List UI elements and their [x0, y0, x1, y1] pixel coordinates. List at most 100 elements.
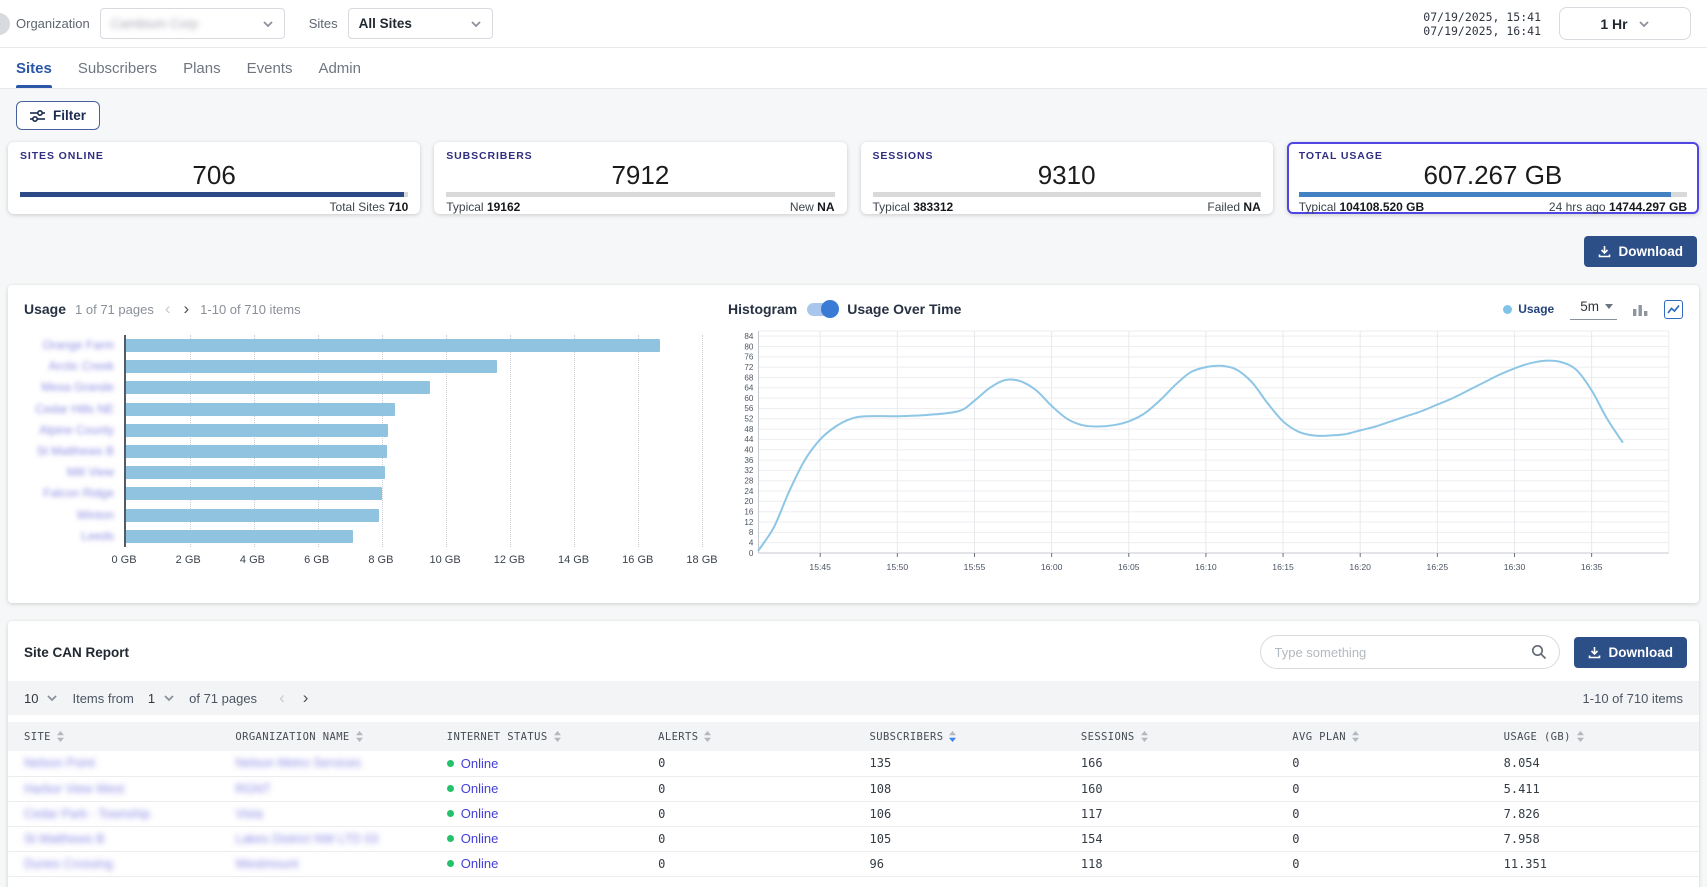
- stat-card-total-usage[interactable]: TOTAL USAGE 607.267 GB Typical 104108.52…: [1287, 142, 1699, 214]
- usage-bar[interactable]: [126, 381, 430, 394]
- site-link[interactable]: Harbor View West: [24, 782, 124, 796]
- bar-category-label[interactable]: Alpine County: [24, 420, 124, 441]
- column-header-organization-name[interactable]: ORGANIZATION NAME: [219, 722, 430, 751]
- sort-arrows-icon[interactable]: [1140, 730, 1149, 743]
- usage-title: Usage: [24, 301, 66, 317]
- organization-link[interactable]: Westmount: [235, 857, 298, 871]
- sites-dropdown[interactable]: All Sites: [348, 8, 493, 39]
- site-cell: St Matthews B: [8, 826, 219, 851]
- table-header-row: SITE ORGANIZATION NAME INTERNET STATUS A…: [8, 722, 1699, 751]
- histogram-toggle[interactable]: [807, 303, 837, 316]
- usage-bar[interactable]: [126, 530, 353, 543]
- column-header-internet-status[interactable]: INTERNET STATUS: [431, 722, 642, 751]
- download-button[interactable]: Download: [1584, 236, 1698, 267]
- column-header-alerts[interactable]: ALERTS: [642, 722, 853, 751]
- report-download-label: Download: [1609, 645, 1674, 660]
- alerts-cell: 0: [642, 826, 853, 851]
- gridline: [702, 335, 703, 547]
- y-tick-label: 36: [744, 456, 754, 465]
- column-header-subscribers[interactable]: SUBSCRIBERS: [854, 722, 1065, 751]
- internet-status-link[interactable]: Online: [447, 756, 499, 771]
- usage-bar[interactable]: [126, 339, 660, 352]
- line-chart-view-icon[interactable]: [1664, 300, 1683, 319]
- column-header-usage-gb[interactable]: USAGE (GB): [1488, 722, 1699, 751]
- bar-category-label[interactable]: Orange Farm: [24, 335, 124, 356]
- internet-status-link[interactable]: Online: [447, 856, 499, 871]
- search-icon[interactable]: [1531, 644, 1547, 660]
- usage-bar[interactable]: [126, 487, 382, 500]
- bar-chart-view-icon[interactable]: [1633, 302, 1648, 317]
- tab-admin[interactable]: Admin: [318, 48, 361, 88]
- bar-category-label[interactable]: Leeds: [24, 526, 124, 547]
- site-link[interactable]: Nelson Point: [24, 756, 95, 770]
- bar-category-label[interactable]: Arctic Creek: [24, 356, 124, 377]
- interval-dropdown[interactable]: 5m: [1570, 299, 1617, 320]
- stat-card-sites-online[interactable]: SITES ONLINE 706 Total Sites 710: [8, 142, 420, 214]
- bar-category-label[interactable]: Cedar Hills NE: [24, 399, 124, 420]
- internet-status-link[interactable]: Online: [447, 806, 499, 821]
- tab-plans[interactable]: Plans: [183, 48, 221, 88]
- download-label: Download: [1619, 244, 1684, 259]
- tab-subscribers[interactable]: Subscribers: [78, 48, 157, 88]
- next-page-button[interactable]: ›: [301, 690, 311, 706]
- usage-legend-dot-icon: [1503, 305, 1512, 314]
- bar-category-label[interactable]: Mill View: [24, 462, 124, 483]
- sort-arrows-icon[interactable]: [56, 730, 65, 743]
- usage-legend-label[interactable]: Usage: [1518, 302, 1554, 316]
- x-tick-label: 16:35: [1581, 562, 1603, 572]
- x-tick-label: 16:00: [1041, 562, 1063, 572]
- internet-status-link[interactable]: Online: [447, 781, 499, 796]
- search-input[interactable]: [1260, 635, 1560, 669]
- organization-cell: Vista: [219, 801, 430, 826]
- organization-link[interactable]: Vista: [235, 807, 263, 821]
- sort-arrows-icon[interactable]: [703, 730, 712, 743]
- column-header-sessions[interactable]: SESSIONS: [1065, 722, 1276, 751]
- report-download-button[interactable]: Download: [1574, 637, 1688, 668]
- sort-arrows-icon[interactable]: [1351, 730, 1360, 743]
- usage-bar[interactable]: [126, 466, 385, 479]
- chevron-down-icon: [163, 692, 175, 704]
- usage-bar[interactable]: [126, 403, 395, 416]
- sort-arrows-icon[interactable]: [1576, 730, 1585, 743]
- sort-arrows-icon[interactable]: [553, 730, 562, 743]
- sessions-cell: 166: [1065, 751, 1276, 776]
- internet-status-cell: Online: [431, 851, 642, 876]
- bar-category-label[interactable]: St Matthews B: [24, 441, 124, 462]
- usage-bar[interactable]: [126, 360, 497, 373]
- sort-arrows-icon[interactable]: [355, 730, 364, 743]
- bar-category-label[interactable]: Winton: [24, 505, 124, 526]
- organization-cell: Lakes District NW LTD 03: [219, 826, 430, 851]
- usage-bar[interactable]: [126, 509, 379, 522]
- page-number-select[interactable]: 1: [148, 691, 175, 706]
- organization-dropdown[interactable]: Cambium Corp: [100, 8, 285, 39]
- usage-bar[interactable]: [126, 445, 387, 458]
- organization-link[interactable]: Nelson Metro Services: [235, 756, 361, 770]
- tab-sites[interactable]: Sites: [16, 48, 52, 88]
- column-header-site[interactable]: SITE: [8, 722, 219, 751]
- prev-page-button[interactable]: ‹: [277, 690, 287, 706]
- chevron-down-icon: [46, 692, 58, 704]
- page-size-select[interactable]: 10: [24, 691, 58, 706]
- site-link[interactable]: Dunes Crossing: [24, 857, 113, 871]
- usage-bar[interactable]: [126, 424, 388, 437]
- column-header-avg-plan[interactable]: AVG PLAN: [1276, 722, 1487, 751]
- chevron-down-icon: [262, 18, 274, 30]
- filter-button[interactable]: Filter: [16, 101, 100, 130]
- organization-link[interactable]: Lakes District NW LTD 03: [235, 832, 378, 846]
- stat-card-subscribers[interactable]: SUBSCRIBERS 7912 Typical 19162 New NA: [434, 142, 846, 214]
- time-range-dropdown[interactable]: 1 Hr: [1559, 7, 1691, 40]
- usage-next-page-button[interactable]: ›: [182, 301, 192, 317]
- site-link[interactable]: St Matthews B: [24, 832, 105, 846]
- usage-prev-page-button[interactable]: ‹: [163, 301, 173, 317]
- internet-status-link[interactable]: Online: [447, 831, 499, 846]
- organization-link[interactable]: RGNT: [235, 782, 270, 796]
- bar-category-label[interactable]: Falcon Ridge: [24, 483, 124, 504]
- usage-cell: 8.054: [1488, 751, 1699, 776]
- sessions-cell: 160: [1065, 776, 1276, 801]
- tab-events[interactable]: Events: [247, 48, 293, 88]
- site-link[interactable]: Cedar Park - Township: [24, 807, 150, 821]
- sort-arrows-icon[interactable]: [948, 730, 957, 743]
- bar-category-label[interactable]: Mesa Grande: [24, 377, 124, 398]
- avatar[interactable]: [0, 13, 10, 35]
- stat-card-sessions[interactable]: SESSIONS 9310 Typical 383312 Failed NA: [861, 142, 1273, 214]
